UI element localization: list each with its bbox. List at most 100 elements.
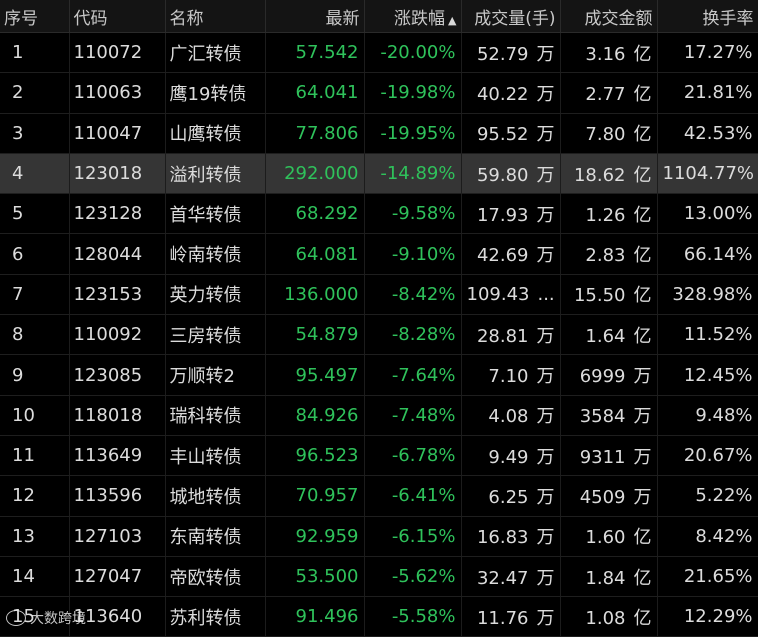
row-amount-value: 15.50 <box>573 285 626 307</box>
row-amount-value: 6999 <box>579 366 626 388</box>
row-volume-value: 4.08 <box>488 406 529 428</box>
row-turnover: 11.52% <box>657 314 758 356</box>
row-turnover: 66.14% <box>657 233 758 275</box>
header-volume[interactable]: 成交量(手) <box>461 0 561 33</box>
row-amount-unit: 亿 <box>633 164 652 186</box>
table-row[interactable]: 15 113640 苏利转债 91.496 -5.58% 11.76 万 1.08 亿 12.29… <box>0 596 758 637</box>
row-change-pct: -6.78% <box>364 435 462 477</box>
table-row[interactable]: 10 118018 瑞科转债 84.926 -7.48% 4.08 万 3584 万 9.48% <box>0 395 758 436</box>
row-name: 溢利转债 <box>165 153 266 195</box>
row-amount-value: 18.62 <box>573 164 626 186</box>
row-volume-value: 32.47 <box>476 567 529 589</box>
row-volume: 59.80 万 <box>461 153 561 195</box>
row-amount-unit: 万 <box>633 486 652 508</box>
row-amount: 1.84 亿 <box>560 556 658 598</box>
row-code: 127103 <box>69 516 166 557</box>
row-turnover: 12.29% <box>657 596 758 637</box>
table-row[interactable]: 2 110063 鹰19转债 64.041 -19.98% 40.22 万 2.77 亿 21.8… <box>0 72 758 114</box>
row-code: 110047 <box>69 113 166 154</box>
row-name: 丰山转债 <box>165 435 266 477</box>
row-index: 12 <box>0 475 70 517</box>
row-amount-value: 1.08 <box>585 607 626 629</box>
row-volume-unit: 万 <box>536 124 555 146</box>
row-amount-unit: 亿 <box>633 607 652 629</box>
table-row[interactable]: 4 123018 溢利转债 292.000 -14.89% 59.80 万 18.62 亿 110… <box>0 153 758 195</box>
row-name: 万顺转2 <box>165 354 266 396</box>
row-amount-unit: 亿 <box>633 567 652 589</box>
row-index: 3 <box>0 113 70 154</box>
row-volume-value: 59.80 <box>476 164 529 186</box>
header-name[interactable]: 名称 <box>165 0 266 33</box>
row-volume-value: 16.83 <box>476 527 529 549</box>
header-code[interactable]: 代码 <box>69 0 166 33</box>
table-row[interactable]: 3 110047 山鹰转债 77.806 -19.95% 95.52 万 7.80 亿 42.53… <box>0 113 758 154</box>
table-row[interactable]: 8 110092 三房转债 54.879 -8.28% 28.81 万 1.64 亿 11.52% <box>0 314 758 356</box>
row-volume-unit: 万 <box>536 164 555 186</box>
header-change[interactable]: 涨跌幅 ▲ <box>364 0 462 33</box>
row-amount: 18.62 亿 <box>560 153 658 195</box>
row-amount: 3584 万 <box>560 395 658 436</box>
row-volume: 95.52 万 <box>461 113 561 154</box>
row-index: 4 <box>0 153 70 195</box>
row-volume-value: 42.69 <box>476 245 529 267</box>
row-amount: 6999 万 <box>560 354 658 396</box>
header-amount[interactable]: 成交金额 <box>560 0 658 33</box>
row-last-price: 64.081 <box>265 233 365 275</box>
row-amount-value: 2.77 <box>585 83 626 105</box>
row-index: 10 <box>0 395 70 436</box>
row-amount-unit: 亿 <box>633 245 652 267</box>
row-last-price: 70.957 <box>265 475 365 517</box>
row-volume-value: 6.25 <box>488 486 529 508</box>
table-row[interactable]: 12 113596 城地转债 70.957 -6.41% 6.25 万 4509 万 5.22% <box>0 475 758 517</box>
row-last-price: 53.500 <box>265 556 365 598</box>
row-last-price: 92.959 <box>265 516 365 557</box>
table-header-row: 序号 代码 名称 最新 涨跌幅 ▲ 成交量(手) 成交金额 换手率 <box>0 0 758 33</box>
row-name: 鹰19转债 <box>165 72 266 114</box>
row-volume-unit: 万 <box>536 83 555 105</box>
row-code: 113649 <box>69 435 166 477</box>
row-volume-unit: 万 <box>536 204 555 226</box>
row-amount-value: 3584 <box>579 406 626 428</box>
table-row[interactable]: 14 127047 帝欧转债 53.500 -5.62% 32.47 万 1.84 亿 21.65… <box>0 556 758 598</box>
row-turnover: 21.65% <box>657 556 758 598</box>
row-amount-value: 1.84 <box>585 567 626 589</box>
row-index: 11 <box>0 435 70 477</box>
row-turnover: 8.42% <box>657 516 758 557</box>
row-volume: 40.22 万 <box>461 72 561 114</box>
row-turnover: 328.98% <box>657 274 758 316</box>
row-amount: 2.77 亿 <box>560 72 658 114</box>
row-last-price: 77.806 <box>265 113 365 154</box>
table-row[interactable]: 6 128044 岭南转债 64.081 -9.10% 42.69 万 2.83 亿 66.14% <box>0 233 758 275</box>
row-code: 123018 <box>69 153 166 195</box>
table-row[interactable]: 7 123153 英力转债 136.000 -8.42% 109.43... 15.50 亿 3… <box>0 274 758 316</box>
header-last[interactable]: 最新 <box>265 0 365 33</box>
table-row[interactable]: 1 110072 广汇转债 57.542 -20.00% 52.79 万 3.16 亿 17.27… <box>0 32 758 74</box>
row-last-price: 64.041 <box>265 72 365 114</box>
row-code: 110072 <box>69 32 166 74</box>
row-name: 帝欧转债 <box>165 556 266 598</box>
row-amount: 4509 万 <box>560 475 658 517</box>
triangle-up-icon: ▲ <box>448 13 457 27</box>
row-volume-value: 11.76 <box>476 607 529 629</box>
header-turnover[interactable]: 换手率 <box>657 0 758 33</box>
row-name: 首华转债 <box>165 193 266 235</box>
table-row[interactable]: 5 123128 首华转债 68.292 -9.58% 17.93 万 1.26 亿 13.00% <box>0 193 758 235</box>
row-code: 118018 <box>69 395 166 436</box>
table-row[interactable]: 9 123085 万顺转2 95.497 -7.64% 7.10 万 6999 万 12.45% <box>0 354 758 396</box>
row-index: 8 <box>0 314 70 356</box>
header-idx[interactable]: 序号 <box>0 0 70 33</box>
row-turnover: 5.22% <box>657 475 758 517</box>
row-amount-value: 2.83 <box>585 245 626 267</box>
row-amount: 9311 万 <box>560 435 658 477</box>
row-amount-value: 1.60 <box>585 527 626 549</box>
row-volume-unit: 万 <box>536 486 555 508</box>
row-turnover: 20.67% <box>657 435 758 477</box>
row-change-pct: -7.64% <box>364 354 462 396</box>
table-row[interactable]: 11 113649 丰山转债 96.523 -6.78% 9.49 万 9311 万 20.67% <box>0 435 758 477</box>
row-index: 7 <box>0 274 70 316</box>
row-code: 110092 <box>69 314 166 356</box>
row-amount: 3.16 亿 <box>560 32 658 74</box>
row-volume-value: 52.79 <box>476 43 529 65</box>
table-row[interactable]: 13 127103 东南转债 92.959 -6.15% 16.83 万 1.60 亿 8.42% <box>0 516 758 557</box>
row-index: 13 <box>0 516 70 557</box>
